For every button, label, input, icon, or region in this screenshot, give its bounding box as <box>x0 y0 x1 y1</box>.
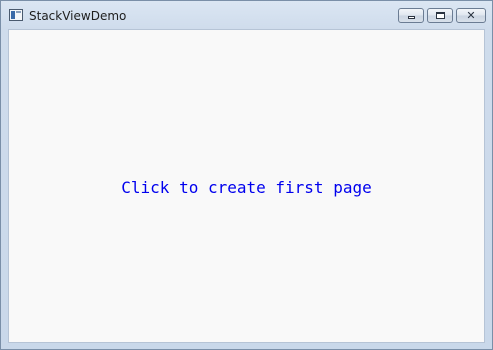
maximize-icon <box>436 12 445 19</box>
app-window: StackViewDemo ✕ Click to create first pa… <box>0 0 493 350</box>
title-bar[interactable]: StackViewDemo ✕ <box>1 1 492 29</box>
app-icon[interactable] <box>9 9 23 21</box>
create-first-page-link[interactable]: Click to create first page <box>9 178 484 198</box>
window-title: StackViewDemo <box>29 9 127 23</box>
close-icon: ✕ <box>466 9 476 22</box>
stack-view-area: Click to create first page <box>8 29 485 343</box>
window-controls: ✕ <box>398 8 486 24</box>
minimize-button[interactable] <box>398 8 424 23</box>
minimize-icon <box>408 16 415 19</box>
maximize-button[interactable] <box>427 8 453 23</box>
close-button[interactable]: ✕ <box>456 8 486 23</box>
